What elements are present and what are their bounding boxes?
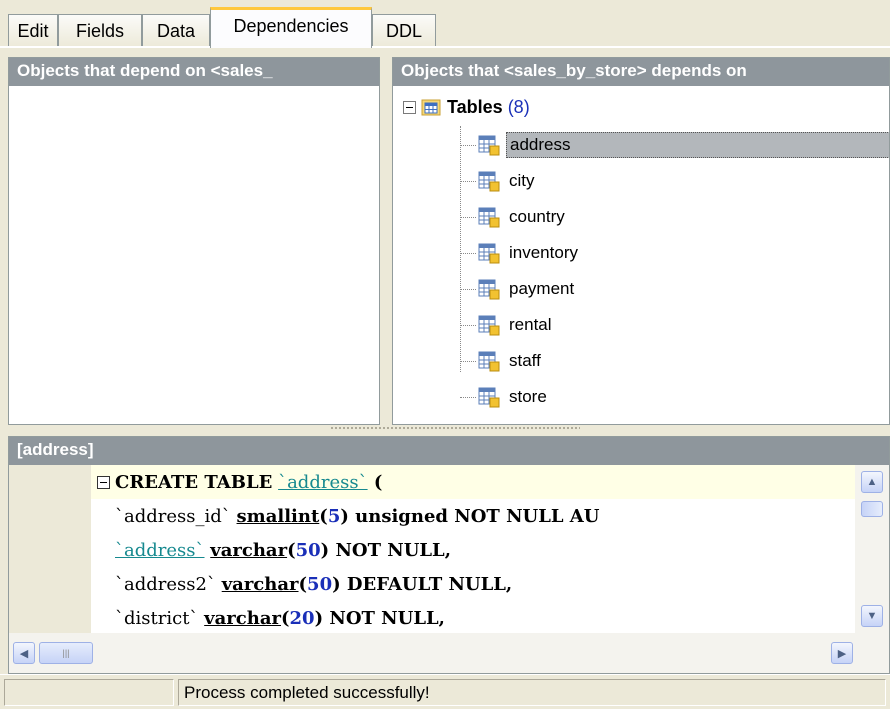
horizontal-scroll-thumb[interactable]: ||| (39, 642, 93, 664)
tree-item-store[interactable]: store (460, 382, 889, 412)
collapse-icon[interactable] (403, 100, 416, 114)
fold-collapse-icon[interactable] (97, 475, 110, 489)
code-line: `address` varchar(50) NOT NULL, (115, 539, 451, 561)
tree-item-address[interactable]: address (460, 130, 889, 160)
tab-ddl-label: DDL (385, 21, 422, 41)
tree-item-label: city (509, 171, 535, 190)
code-identifier: `address_id` (115, 505, 231, 527)
tab-edit[interactable]: Edit (8, 14, 58, 48)
tab-bar: Edit Fields Data Dependencies DDL (0, 0, 890, 48)
status-cell-empty (4, 679, 174, 706)
tree-item-label: store (509, 387, 547, 406)
ddl-code-panel: [address] CREATE TABLE `address` ( `addr… (8, 436, 890, 674)
tree-item-label: country (509, 207, 565, 226)
scroll-right-button[interactable]: ▶ (831, 642, 853, 664)
code-identifier: `address` (278, 471, 368, 493)
code-line: `district` varchar(20) NOT NULL, (115, 607, 445, 629)
vertical-scrollbar[interactable]: ▲ ▼ (855, 465, 889, 633)
code-identifier: `address2` (115, 573, 216, 595)
table-icon (478, 387, 500, 408)
tab-fields[interactable]: Fields (58, 14, 142, 48)
tables-folder-icon (421, 99, 441, 116)
code-type: varchar (210, 539, 288, 561)
splitter-grip[interactable] (330, 426, 580, 430)
tree-item-inventory[interactable]: inventory (460, 238, 889, 268)
scroll-down-button[interactable]: ▼ (861, 605, 883, 627)
ddl-code-panel-title: [address] (9, 437, 889, 465)
dependencies-panel[interactable]: Objects that <sales_by_store> depends on… (392, 57, 890, 425)
code-text: NOT NULL, (329, 539, 451, 561)
tab-edit-label: Edit (17, 21, 49, 41)
tree-item-label: address (506, 132, 889, 158)
dependents-panel[interactable]: Objects that depend on <sales_ (8, 57, 380, 425)
dependents-panel-title: Objects that depend on <sales_ (9, 58, 379, 86)
tab-dependencies[interactable]: Dependencies (210, 7, 372, 48)
tree-root-tables[interactable]: Tables (8) (403, 94, 530, 120)
code-number: 50 (307, 573, 333, 595)
table-icon (478, 135, 500, 156)
tree-item-rental[interactable]: rental (460, 310, 889, 340)
tab-baseline (0, 46, 890, 48)
vertical-scroll-thumb[interactable] (861, 501, 883, 517)
table-icon (478, 351, 500, 372)
table-icon (478, 315, 500, 336)
tab-data[interactable]: Data (142, 14, 210, 48)
tree-item-staff[interactable]: staff (460, 346, 889, 376)
code-number: 50 (295, 539, 321, 561)
tree-item-label: rental (509, 315, 552, 334)
code-identifier: `address` (115, 539, 205, 561)
code-line: `address2` varchar(50) DEFAULT NULL, (115, 573, 513, 595)
code-identifier: `district` (115, 607, 199, 629)
tab-dependencies-label: Dependencies (233, 16, 349, 36)
tree-root-label: Tables (447, 96, 503, 117)
tab-fields-label: Fields (75, 21, 124, 41)
dependencies-panel-title: Objects that <sales_by_store> depends on (393, 58, 889, 86)
code-keyword: CREATE TABLE (115, 471, 273, 493)
tree-root-count: (8) (507, 96, 530, 117)
code-text: unsigned NOT NULL AU (348, 505, 600, 527)
tree-item-label: staff (509, 351, 541, 370)
code-number: 5 (327, 505, 341, 527)
code-type: varchar (221, 573, 299, 595)
line-gutter (9, 465, 91, 633)
code-editor[interactable]: CREATE TABLE `address` ( `address_id` sm… (91, 465, 855, 633)
tree-item-label: payment (509, 279, 575, 298)
status-bar: Process completed successfully! (0, 674, 890, 709)
code-line: `address_id` smallint(5) unsigned NOT NU… (115, 505, 600, 527)
code-number: 20 (289, 607, 315, 629)
scroll-left-button[interactable]: ◀ (13, 642, 35, 664)
horizontal-scrollbar[interactable]: ◀ ||| ▶ (9, 633, 889, 673)
code-text: ( (367, 471, 383, 493)
tab-ddl[interactable]: DDL (372, 14, 436, 48)
scroll-up-button[interactable]: ▲ (861, 471, 883, 493)
tree-item-label: inventory (509, 243, 578, 262)
tab-data-label: Data (156, 21, 196, 41)
table-icon (478, 207, 500, 228)
tree-item-payment[interactable]: payment (460, 274, 889, 304)
code-line: CREATE TABLE `address` ( (91, 465, 855, 499)
table-icon (478, 171, 500, 192)
table-icon (478, 279, 500, 300)
tree-item-country[interactable]: country (460, 202, 889, 232)
code-type: varchar (204, 607, 281, 629)
code-text: DEFAULT NULL, (340, 573, 513, 595)
tree-item-city[interactable]: city (460, 166, 889, 196)
table-icon (478, 243, 500, 264)
status-message: Process completed successfully! (178, 679, 886, 706)
code-text: NOT NULL, (323, 607, 445, 629)
code-type: smallint (236, 505, 320, 527)
dependency-tree: Tables (8) address city country inventor… (393, 86, 889, 424)
